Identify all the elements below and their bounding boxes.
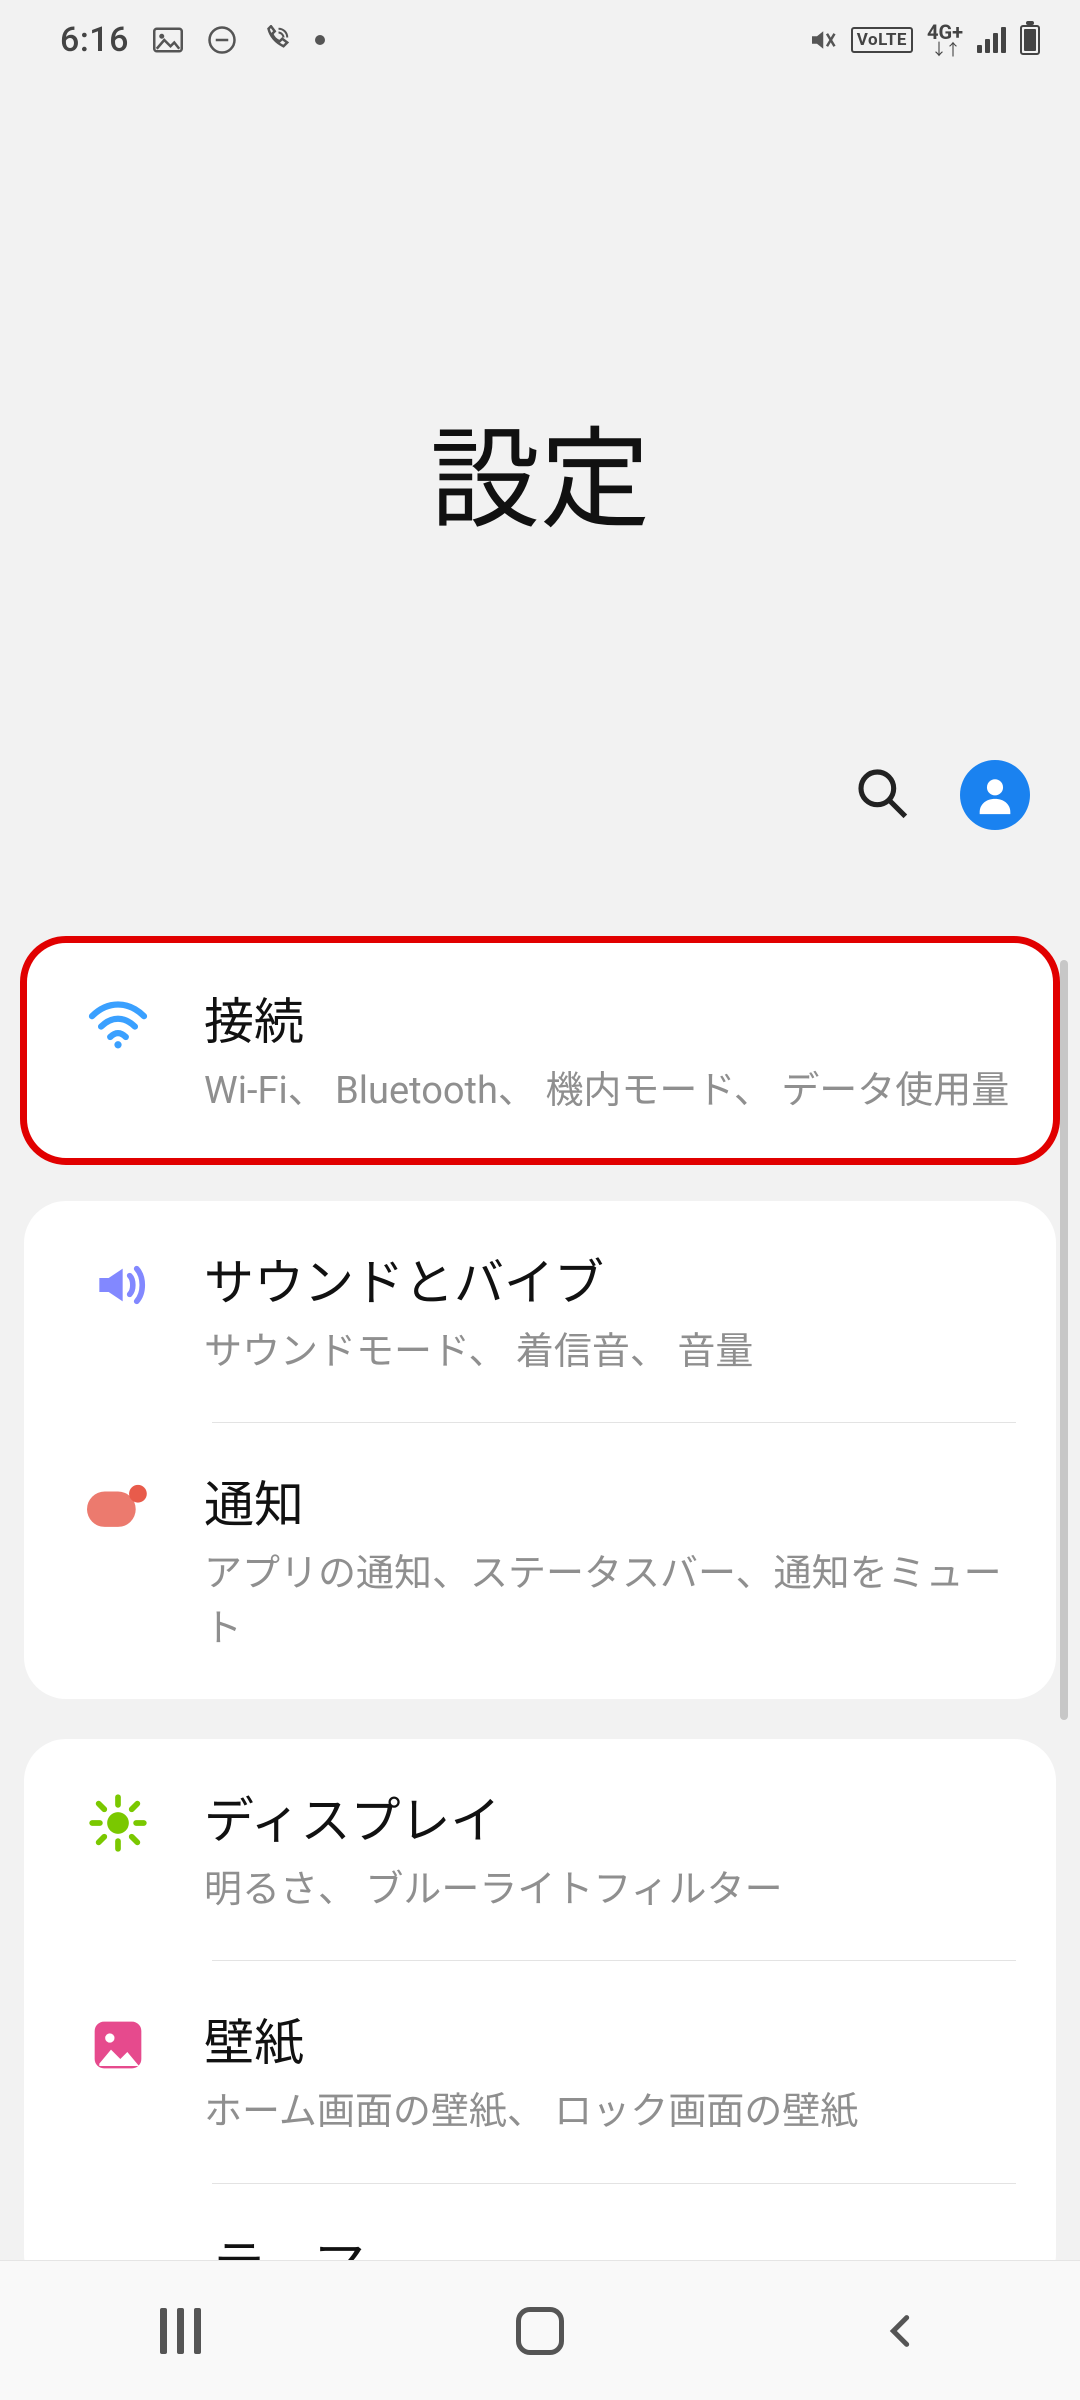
dnd-notif-icon bbox=[207, 25, 237, 55]
more-notif-dot-icon bbox=[315, 35, 325, 45]
account-icon bbox=[972, 772, 1018, 818]
nav-recents-button[interactable] bbox=[144, 2295, 216, 2367]
home-icon bbox=[516, 2307, 564, 2355]
settings-item-sound[interactable]: サウンドとバイブ サウンドモード、 着信音、 音量 bbox=[24, 1201, 1056, 1422]
mute-vibrate-icon bbox=[807, 25, 837, 55]
nav-back-button[interactable] bbox=[864, 2295, 936, 2367]
page-title: 設定 bbox=[0, 390, 1080, 550]
wallpaper-icon bbox=[68, 2009, 168, 2081]
status-bar-left: 6:16 bbox=[60, 20, 325, 60]
search-button[interactable] bbox=[854, 765, 910, 825]
battery-icon bbox=[1020, 25, 1040, 55]
call-notif-icon bbox=[261, 25, 291, 55]
settings-item-notifications[interactable]: 通知 アプリの通知、ステータスバー、通知をミュート bbox=[24, 1423, 1056, 1699]
signal-bars-icon bbox=[977, 27, 1006, 53]
navigation-bar bbox=[0, 2260, 1080, 2400]
sound-icon bbox=[68, 1249, 168, 1321]
search-icon bbox=[854, 765, 910, 821]
recents-icon bbox=[160, 2308, 201, 2354]
settings-card-sound-notif: サウンドとバイブ サウンドモード、 着信音、 音量 通知 アプリの通知、ステータ… bbox=[24, 1201, 1056, 1699]
item-subtitle: 明るさ、 ブルーライトフィルター bbox=[204, 1863, 1016, 1918]
volte-badge: VoLTE bbox=[851, 27, 913, 53]
status-bar: 6:16 VoLTE 4G+ ↓↑ bbox=[0, 0, 1080, 80]
nav-home-button[interactable] bbox=[504, 2295, 576, 2367]
item-subtitle: アプリの通知、ステータスバー、通知をミュート bbox=[204, 1547, 1016, 1657]
settings-item-connections[interactable]: 接続 Wi-Fi、 Bluetooth、 機内モード、 データ使用量 bbox=[24, 940, 1056, 1161]
status-time: 6:16 bbox=[60, 20, 129, 60]
item-title: 通知 bbox=[204, 1465, 1016, 1537]
account-button[interactable] bbox=[960, 760, 1030, 830]
settings-list: 接続 Wi-Fi、 Bluetooth、 機内モード、 データ使用量 サウンドと… bbox=[24, 940, 1056, 2296]
back-icon bbox=[880, 2311, 920, 2351]
gallery-notif-icon bbox=[153, 27, 183, 53]
status-bar-right: VoLTE 4G+ ↓↑ bbox=[807, 22, 1040, 58]
item-title: ディスプレイ bbox=[204, 1781, 1016, 1853]
item-title: 壁紙 bbox=[204, 2003, 1016, 2075]
settings-card-connections: 接続 Wi-Fi、 Bluetooth、 機内モード、 データ使用量 bbox=[24, 940, 1056, 1161]
item-title: サウンドとバイブ bbox=[204, 1243, 1016, 1315]
brightness-icon bbox=[68, 1787, 168, 1859]
item-subtitle: サウンドモード、 着信音、 音量 bbox=[204, 1325, 1016, 1380]
settings-item-wallpaper[interactable]: 壁紙 ホーム画面の壁紙、 ロック画面の壁紙 bbox=[24, 1961, 1056, 2182]
item-subtitle: Wi-Fi、 Bluetooth、 機内モード、 データ使用量 bbox=[204, 1064, 1016, 1119]
toolbar bbox=[854, 760, 1030, 830]
wifi-icon bbox=[68, 988, 168, 1060]
network-type-label: 4G+ ↓↑ bbox=[927, 22, 963, 58]
settings-card-display-group: ディスプレイ 明るさ、 ブルーライトフィルター 壁紙 ホーム画面の壁紙、 ロック… bbox=[24, 1739, 1056, 2295]
settings-item-display[interactable]: ディスプレイ 明るさ、 ブルーライトフィルター bbox=[24, 1739, 1056, 1960]
scroll-indicator[interactable] bbox=[1060, 960, 1068, 1720]
item-title: 接続 bbox=[204, 982, 1016, 1054]
item-subtitle: ホーム画面の壁紙、 ロック画面の壁紙 bbox=[204, 2085, 1016, 2140]
notifications-icon bbox=[68, 1471, 168, 1543]
